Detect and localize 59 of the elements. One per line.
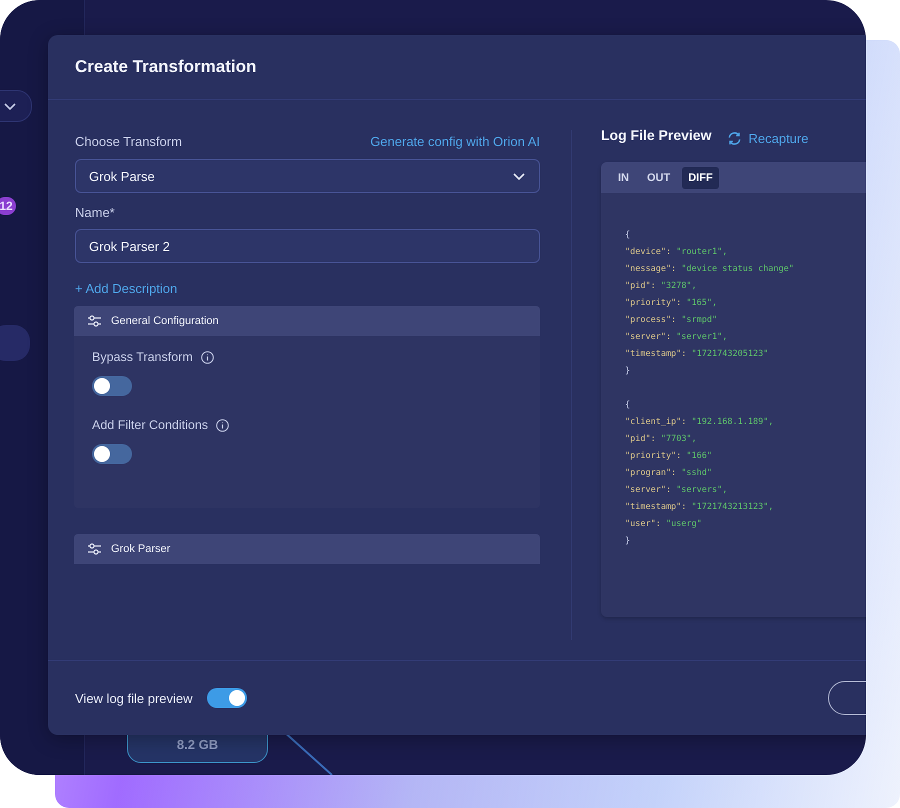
section-header[interactable]: Grok Parser — [74, 534, 540, 564]
toggle-label: Add Filter Conditions — [92, 418, 208, 432]
tab[interactable]: OUT — [641, 166, 676, 188]
json-key: "priority": — [625, 451, 682, 461]
json-key: "progran": — [625, 468, 676, 478]
refresh-icon — [727, 130, 742, 146]
field-label: Name* — [75, 205, 116, 220]
section-header[interactable]: General Configuration — [74, 306, 540, 336]
info-icon — [216, 418, 230, 432]
json-value: "router1", — [676, 247, 728, 257]
json-key: "server": — [625, 332, 672, 342]
name-input[interactable]: Grok Parser 2 — [75, 229, 540, 263]
json-value: "7703", — [660, 434, 697, 444]
json-value: "srmpd" — [681, 315, 718, 325]
add-description-link[interactable]: + Add Description — [75, 281, 540, 296]
toggle-switch[interactable] — [92, 376, 132, 396]
json-key: "process": — [625, 315, 676, 325]
json-value: "3278", — [660, 281, 697, 291]
transform-select[interactable]: Grok Parse — [75, 159, 540, 193]
json-key: "timestamp": — [625, 502, 686, 512]
field-label: Choose Transform — [75, 134, 182, 148]
json-key: "priority": — [625, 298, 682, 308]
json-key: "server": — [625, 485, 672, 495]
code-brace: } — [625, 365, 632, 378]
json-value: "userg" — [666, 519, 702, 529]
recapture-button[interactable]: Recapture — [727, 130, 808, 146]
json-key: "pid": — [625, 434, 656, 444]
json-value: "166" — [686, 451, 712, 461]
toggle-label: Bypass Transform — [92, 350, 193, 364]
toggle-label: View log file preview — [75, 690, 193, 706]
modal-title: Create Transformation — [75, 57, 256, 77]
json-key: "user": — [625, 519, 661, 529]
tab[interactable]: IN — [612, 166, 635, 188]
json-value: "192.168.1.189", — [692, 417, 774, 427]
json-value: "device status change" — [681, 264, 794, 274]
node-label: 8.2 GB — [176, 737, 218, 752]
sliders-icon — [87, 542, 101, 556]
json-key: "nessage": — [625, 264, 676, 274]
json-key: "pid": — [625, 281, 656, 291]
json-key: "timestamp": — [625, 349, 686, 359]
json-value: "servers", — [676, 485, 728, 495]
tab[interactable]: DIFF — [682, 166, 719, 188]
json-value: "sshd" — [681, 468, 712, 478]
preview-title: Log File Preview — [601, 127, 712, 143]
count-badge: 12 — [0, 197, 16, 215]
sliders-icon — [87, 314, 101, 328]
json-value: "1721743213123", — [692, 502, 774, 512]
json-value: "server1", — [676, 332, 728, 342]
json-value: "1721743205123" — [692, 349, 768, 359]
code-brace: { — [625, 229, 632, 242]
code-brace: } — [625, 535, 632, 548]
json-value: "165", — [686, 298, 718, 308]
code-brace: { — [625, 399, 632, 412]
json-key: "client_ip": — [625, 417, 686, 427]
toggle-switch[interactable] — [92, 444, 132, 464]
json-key: "device": — [625, 247, 672, 257]
info-icon — [200, 350, 214, 364]
generate-config-link[interactable]: Generate config with Orion AI — [370, 134, 540, 148]
toggle-switch[interactable] — [206, 688, 247, 708]
